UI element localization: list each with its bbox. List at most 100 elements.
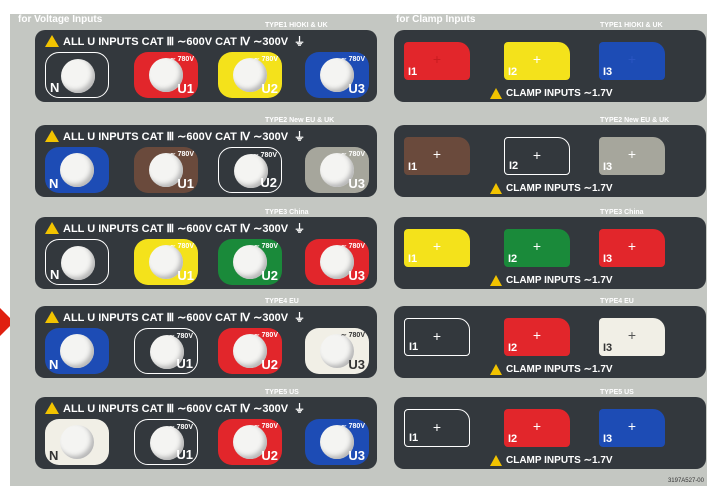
warning-icon	[490, 88, 502, 99]
clamp-input-i3[interactable]: + I3	[599, 409, 665, 447]
clamp-input-i3[interactable]: + I3	[599, 42, 665, 80]
rating-mark: ∼ 780V	[340, 56, 365, 63]
clamp-label: I3	[603, 161, 613, 173]
terminal-socket	[61, 59, 95, 93]
plus-icon: +	[627, 238, 637, 254]
voltage-terminal-u1[interactable]: U1 ∼ 780V	[134, 52, 198, 98]
clamp-type-label: TYPE3 China	[600, 209, 644, 216]
voltage-terminal-u1[interactable]: U1 ∼ 780V	[134, 328, 198, 374]
clamp-rating-text: CLAMP INPUTS ∼1.7V	[506, 183, 613, 194]
plus-icon: +	[532, 51, 542, 67]
clamp-rating-text: CLAMP INPUTS ∼1.7V	[506, 364, 613, 375]
terminal-label: U1	[177, 176, 194, 191]
terminal-label: N	[49, 448, 59, 463]
clamp-input-i2[interactable]: + I2	[504, 42, 570, 80]
ground-icon: ⏚	[294, 36, 306, 48]
rating-mark: ∼ 780V	[253, 56, 278, 63]
plus-icon: +	[532, 238, 542, 254]
clamp-input-i1[interactable]: + I1	[404, 229, 470, 267]
clamp-label: I2	[508, 433, 518, 445]
voltage-terminal-u2[interactable]: U2 ∼ 780V	[218, 328, 282, 374]
voltage-terminal-u1[interactable]: U1 ∼ 780V	[134, 419, 198, 465]
rating-mark: ∼ 780V	[340, 423, 365, 430]
voltage-terminal-u3[interactable]: U3 ∼ 780V	[305, 419, 369, 465]
voltage-terminal-u3[interactable]: U3 ∼ 780V	[305, 147, 369, 193]
clamp-type-label: TYPE2 New EU & UK	[600, 117, 670, 124]
terminal-label: U1	[176, 356, 193, 371]
voltage-terminal-u2[interactable]: U2 ∼ 780V	[218, 419, 282, 465]
terminal-label: U2	[261, 268, 278, 283]
rating-mark: ∼ 780V	[340, 151, 365, 158]
clamp-label: I3	[603, 433, 613, 445]
clamp-input-i2[interactable]: + I2	[504, 409, 570, 447]
warning-icon	[45, 222, 59, 234]
voltage-header: ALL U INPUTS CAT Ⅲ ∼600V CAT Ⅳ ∼300V ⏚	[45, 400, 305, 416]
clamp-input-i2[interactable]: + I2	[504, 318, 570, 356]
terminal-label: U3	[348, 357, 365, 372]
clamp-type-label: TYPE5 US	[600, 389, 634, 396]
warning-icon	[45, 130, 59, 142]
voltage-terminal-u2[interactable]: U2 ∼ 780V	[218, 239, 282, 285]
clamp-label: I1	[409, 341, 419, 353]
voltage-rating-text: ALL U INPUTS CAT Ⅲ ∼600V CAT Ⅳ ∼300V	[63, 222, 289, 235]
terminal-label: U3	[348, 448, 365, 463]
terminal-label: U1	[176, 447, 193, 462]
voltage-terminal-u3[interactable]: U3 ∼ 780V	[305, 239, 369, 285]
voltage-rating-text: ALL U INPUTS CAT Ⅲ ∼600V CAT Ⅳ ∼300V	[63, 35, 289, 48]
clamp-input-i1[interactable]: + I1	[404, 137, 470, 175]
voltage-rating-text: ALL U INPUTS CAT Ⅲ ∼600V CAT Ⅳ ∼300V	[63, 130, 289, 143]
plus-icon: +	[627, 51, 637, 67]
rating-mark: ∼ 780V	[253, 423, 278, 430]
clamp-input-i3[interactable]: + I3	[599, 318, 665, 356]
clamp-footer: CLAMP INPUTS ∼1.7V	[490, 455, 613, 466]
plus-icon: +	[627, 327, 637, 343]
plus-icon: +	[432, 146, 442, 162]
clamp-label: I3	[603, 253, 613, 265]
part-number: 3197A527-00	[667, 478, 704, 484]
clamp-footer: CLAMP INPUTS ∼1.7V	[490, 364, 613, 375]
plus-icon: +	[532, 418, 542, 434]
clamp-input-i1[interactable]: + I1	[404, 409, 470, 447]
voltage-terminal-n[interactable]: N	[45, 52, 109, 98]
plus-icon: +	[432, 238, 442, 254]
voltage-terminal-u2[interactable]: U2 ∼ 780V	[218, 147, 282, 193]
plus-icon: +	[432, 51, 442, 67]
clamp-panel-2: + I1 + I2 + I3 CLAMP INPUTS ∼1.7V	[394, 125, 706, 197]
rating-mark: ∼ 780V	[169, 151, 194, 158]
clamp-input-i1[interactable]: + I1	[404, 318, 470, 356]
terminal-label: N	[50, 80, 60, 95]
rating-mark: ∼ 780V	[340, 332, 365, 339]
voltage-terminal-u1[interactable]: U1 ∼ 780V	[134, 147, 198, 193]
plus-icon: +	[627, 146, 637, 162]
voltage-type-label: TYPE2 New EU & UK	[265, 117, 335, 124]
clamp-input-i2[interactable]: + I2	[504, 137, 570, 175]
voltage-type-label: TYPE1 HIOKI & UK	[265, 22, 328, 29]
clamp-input-i3[interactable]: + I3	[599, 229, 665, 267]
voltage-terminal-n[interactable]: N	[45, 419, 109, 465]
clamp-label: I3	[603, 342, 613, 354]
voltage-header: ALL U INPUTS CAT Ⅲ ∼600V CAT Ⅳ ∼300V ⏚	[45, 33, 305, 49]
rating-mark: ∼ 780V	[169, 56, 194, 63]
voltage-header: ALL U INPUTS CAT Ⅲ ∼600V CAT Ⅳ ∼300V ⏚	[45, 128, 305, 144]
clamp-input-i3[interactable]: + I3	[599, 137, 665, 175]
voltage-terminal-u3[interactable]: U3 ∼ 780V	[305, 328, 369, 374]
rating-mark: ∼ 780V	[252, 152, 277, 159]
clamp-input-i1[interactable]: + I1	[404, 42, 470, 80]
voltage-terminal-n[interactable]: N	[45, 147, 109, 193]
voltage-panel-4: ALL U INPUTS CAT Ⅲ ∼600V CAT Ⅳ ∼300V ⏚ N U1…	[35, 306, 377, 378]
voltage-terminal-n[interactable]: N	[45, 328, 109, 374]
voltage-rating-text: ALL U INPUTS CAT Ⅲ ∼600V CAT Ⅳ ∼300V	[63, 402, 289, 415]
voltage-terminal-u1[interactable]: U1 ∼ 780V	[134, 239, 198, 285]
warning-icon	[490, 275, 502, 286]
voltage-terminal-n[interactable]: N	[45, 239, 109, 285]
input-label-sheet: for Voltage Inputs for Clamp Inputs 3197…	[10, 14, 707, 486]
voltage-panel-3: ALL U INPUTS CAT Ⅲ ∼600V CAT Ⅳ ∼300V ⏚ N U1…	[35, 217, 377, 289]
warning-icon	[490, 364, 502, 375]
clamp-footer: CLAMP INPUTS ∼1.7V	[490, 183, 613, 194]
voltage-terminal-u3[interactable]: U3 ∼ 780V	[305, 52, 369, 98]
clamp-input-i2[interactable]: + I2	[504, 229, 570, 267]
terminal-label: U1	[177, 268, 194, 283]
terminal-socket	[61, 246, 95, 280]
voltage-terminal-u2[interactable]: U2 ∼ 780V	[218, 52, 282, 98]
terminal-label: U3	[348, 176, 365, 191]
